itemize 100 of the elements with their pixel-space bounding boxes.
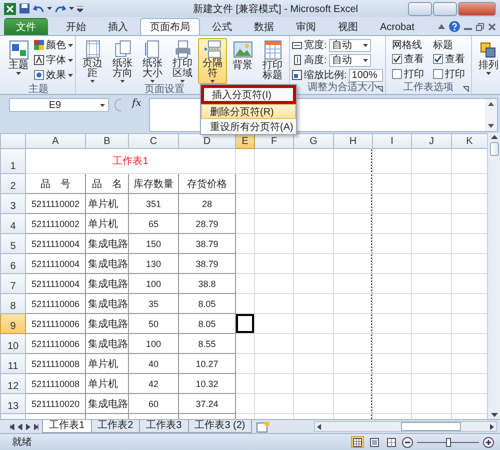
row-header[interactable]: 6: [0, 254, 26, 274]
ribbon-tab[interactable]: 页面布局: [140, 18, 200, 35]
column-header[interactable]: I: [372, 134, 412, 148]
ribbon-tab[interactable]: 审阅: [286, 18, 326, 35]
ribbon-tab[interactable]: 文件: [4, 18, 48, 35]
scroll-left-icon[interactable]: [317, 424, 322, 430]
row-header[interactable]: 2: [0, 174, 26, 194]
row-header[interactable]: 9: [0, 314, 26, 334]
horizontal-scrollbar[interactable]: [314, 421, 497, 432]
collapse-ribbon-icon[interactable]: [438, 24, 445, 29]
insert-sheet-icon[interactable]: [256, 421, 270, 433]
column-header[interactable]: C: [128, 134, 178, 148]
help-icon[interactable]: [449, 21, 460, 32]
row-header[interactable]: 3: [0, 194, 26, 214]
maximize-button[interactable]: [433, 2, 457, 16]
ribbon-button[interactable]: 效果: [34, 68, 73, 82]
sheet-tab[interactable]: 工作表1: [42, 420, 92, 433]
close-icon[interactable]: [488, 22, 496, 30]
zoom-out-icon[interactable]: [402, 436, 413, 448]
scroll-thumb[interactable]: [401, 422, 462, 431]
column-header[interactable]: D: [178, 134, 236, 148]
ribbon-tab[interactable]: 数据: [244, 18, 284, 35]
row-header[interactable]: 11: [0, 354, 26, 374]
ribbon-button[interactable]: 纸张方向: [108, 38, 137, 84]
dropdown-field[interactable]: 自动: [328, 54, 371, 66]
caret-icon: [68, 58, 73, 62]
row-header[interactable]: 10: [0, 334, 26, 354]
checkbox[interactable]: [392, 54, 402, 64]
redo-icon[interactable]: [55, 4, 66, 14]
close-button[interactable]: [458, 2, 496, 16]
ribbon-button[interactable]: 分隔符: [198, 38, 227, 84]
ribbon-button[interactable]: 打印区域: [168, 38, 197, 84]
ribbon-button[interactable]: 背景: [228, 38, 257, 84]
sheet-navigation-icon[interactable]: [10, 424, 15, 430]
ribbon-tab[interactable]: 开始: [56, 18, 96, 35]
scroll-thumb[interactable]: [490, 142, 498, 156]
column-header[interactable]: K: [452, 134, 487, 148]
row-header[interactable]: 5: [0, 234, 26, 254]
ribbon-button[interactable]: 打印标题: [258, 38, 287, 84]
active-cell[interactable]: [236, 314, 254, 334]
view-button[interactable]: [385, 436, 398, 448]
ribbon-button[interactable]: 颜色: [34, 38, 73, 52]
dropdown-field[interactable]: 自动: [328, 38, 371, 52]
checkbox[interactable]: [392, 68, 402, 78]
menu-item[interactable]: 删除分页符(R): [201, 104, 296, 119]
column-title: 库存数量: [128, 174, 178, 194]
ribbon-tab[interactable]: 视图: [328, 18, 368, 35]
undo-icon[interactable]: [33, 4, 44, 14]
scroll-up-icon[interactable]: [488, 102, 494, 106]
table-cell: 8.05: [178, 314, 236, 334]
sheet-navigation-icon[interactable]: [34, 424, 39, 430]
table-cell: 10.27: [178, 354, 236, 374]
minimize-button[interactable]: [408, 2, 432, 16]
caret-icon: [180, 80, 185, 83]
ribbon-tab[interactable]: Acrobat: [370, 18, 424, 35]
view-button[interactable]: [368, 436, 381, 448]
save-icon[interactable]: [19, 3, 30, 14]
ribbon-button[interactable]: 纸张大小: [138, 38, 167, 84]
column-header[interactable]: J: [412, 134, 452, 148]
scroll-right-icon[interactable]: [490, 424, 494, 430]
scroll-down-icon[interactable]: [488, 124, 494, 128]
restore-icon[interactable]: [476, 22, 484, 30]
checkbox[interactable]: [432, 68, 443, 78]
row-header[interactable]: 13: [0, 394, 26, 414]
ribbon-button[interactable]: 排列: [474, 38, 500, 84]
row-header[interactable]: 12: [0, 374, 26, 394]
dialog-launcher-icon[interactable]: [462, 86, 469, 92]
zoom-slider[interactable]: [417, 438, 479, 446]
scroll-up-icon[interactable]: [490, 135, 498, 139]
zoom-field[interactable]: 100%: [348, 68, 383, 82]
menu-item[interactable]: 重设所有分页符(A): [201, 119, 296, 134]
sheet-tab[interactable]: 工作表2: [90, 420, 140, 433]
sheet-tab[interactable]: 工作表3 (2): [188, 420, 252, 433]
insert-function-button[interactable]: fx: [127, 98, 146, 112]
customize-icon[interactable]: [77, 6, 83, 12]
slider-thumb[interactable]: [446, 438, 451, 446]
row-header[interactable]: 7: [0, 274, 26, 294]
zoom-in-icon[interactable]: [483, 436, 494, 448]
ribbon-button[interactable]: 字体: [34, 53, 73, 67]
dialog-launcher-icon[interactable]: [376, 86, 383, 92]
row-header[interactable]: 8: [0, 294, 26, 314]
checkbox-label: 查看: [404, 52, 424, 66]
ribbon-button[interactable]: 页边距: [78, 38, 107, 84]
column-header[interactable]: H: [334, 134, 372, 148]
ribbon-tab[interactable]: 插入: [98, 18, 138, 35]
row-header[interactable]: 4: [0, 214, 26, 234]
menu-item[interactable]: 插入分页符(I): [201, 85, 296, 104]
column-header[interactable]: A: [26, 134, 86, 148]
column-header[interactable]: G: [294, 134, 334, 148]
ribbon-tab[interactable]: 公式: [202, 18, 242, 35]
name-box[interactable]: E9: [9, 98, 109, 112]
view-button[interactable]: [351, 436, 364, 448]
ribbon-button[interactable]: 主题: [4, 38, 33, 84]
checkbox[interactable]: [432, 54, 443, 64]
row-header[interactable]: 1: [0, 148, 26, 174]
scroll-down-icon[interactable]: [490, 413, 498, 417]
column-header[interactable]: B: [86, 134, 128, 148]
column-title: 存货价格: [178, 174, 236, 194]
vertical-scrollbar[interactable]: [487, 133, 500, 419]
sheet-tab[interactable]: 工作表3: [139, 420, 189, 433]
